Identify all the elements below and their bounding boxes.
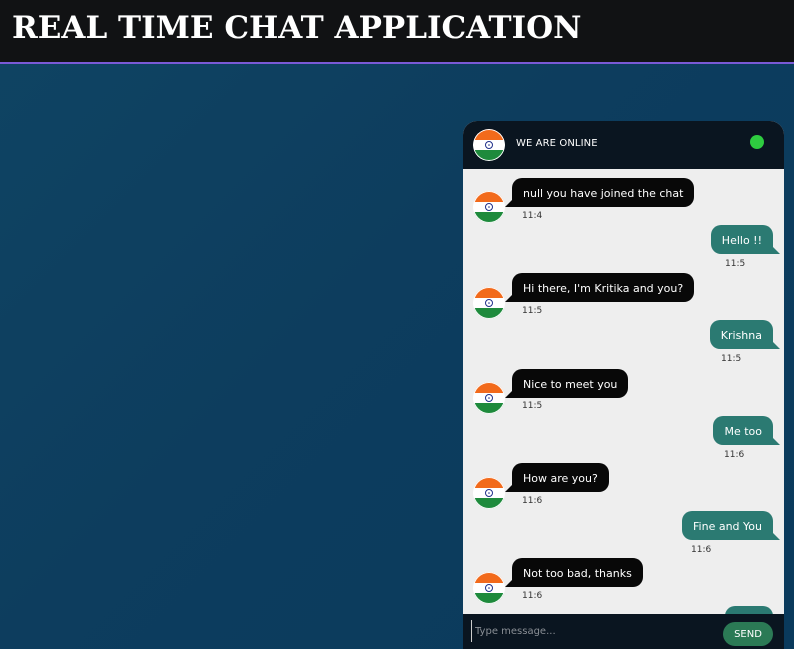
message-incoming: Hi there, I'm Kritika and you? bbox=[504, 273, 695, 302]
message-outgoing: Me too bbox=[713, 416, 780, 445]
message-time: 11:6 bbox=[522, 496, 543, 506]
message-time: 11:5 bbox=[721, 354, 742, 364]
message-incoming: How are you? bbox=[505, 463, 609, 492]
message-time: 11:4 bbox=[522, 211, 543, 221]
message-time: 11:6 bbox=[522, 591, 543, 601]
send-button[interactable]: SEND bbox=[723, 622, 773, 646]
message-time: 11:6 bbox=[724, 450, 745, 460]
message-time: 11:5 bbox=[725, 259, 746, 269]
message-time: 11:5 bbox=[522, 306, 543, 316]
chat-header: WE ARE ONLINE bbox=[463, 121, 784, 169]
message-input[interactable] bbox=[471, 620, 711, 642]
app-title: REAL TIME CHAT APPLICATION bbox=[12, 10, 582, 46]
message-outgoing: Fine and You bbox=[682, 511, 780, 540]
top-bar: REAL TIME CHAT APPLICATION bbox=[0, 0, 794, 64]
message-outgoing-partial bbox=[725, 606, 773, 614]
message-outgoing: Krishna bbox=[709, 320, 781, 349]
message-incoming: Not too bad, thanks bbox=[505, 558, 643, 587]
india-flag-icon bbox=[473, 382, 505, 414]
india-flag-icon bbox=[473, 477, 505, 509]
message-list[interactable]: null you have joined the chat 11:4 Hello… bbox=[463, 169, 784, 614]
message-outgoing: Hello !! bbox=[710, 225, 781, 254]
india-flag-icon bbox=[473, 129, 505, 161]
india-flag-icon bbox=[473, 191, 505, 223]
message-incoming: null you have joined the chat bbox=[504, 178, 695, 207]
online-status-icon bbox=[750, 135, 764, 149]
chat-status-title: WE ARE ONLINE bbox=[516, 138, 598, 149]
india-flag-icon bbox=[473, 572, 505, 604]
message-time: 11:6 bbox=[691, 545, 712, 555]
message-composer: SEND bbox=[463, 614, 784, 649]
india-flag-icon bbox=[473, 287, 505, 319]
message-time: 11:5 bbox=[522, 401, 543, 411]
message-incoming: Nice to meet you bbox=[504, 369, 629, 398]
chat-window: WE ARE ONLINE null you have joined the c… bbox=[463, 121, 784, 649]
